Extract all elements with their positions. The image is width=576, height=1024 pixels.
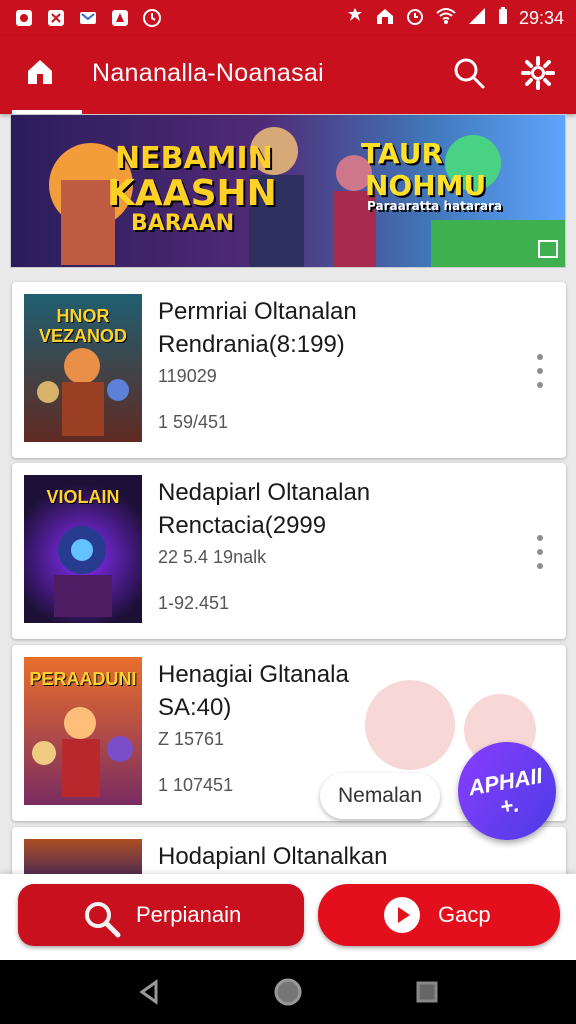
notification-icon (46, 8, 66, 28)
home-circle-icon[interactable] (272, 976, 304, 1008)
game-meta-primary: Z 15761 (158, 729, 225, 749)
settings-icon[interactable] (521, 56, 555, 90)
game-subtitle: Rendrania(8:199) (158, 331, 345, 358)
bottom-action-bar: Perpianain Gacp (0, 874, 576, 960)
game-title: Permriai Oltanalan (158, 298, 357, 325)
game-title: Hodapianl Oltanalkan (158, 843, 388, 870)
system-navigation-bar (0, 960, 576, 1024)
game-card-2[interactable]: VIOLAIN Nedapiarl Oltanalan Renctacia(29… (12, 463, 566, 639)
banner-left-subtitle: KAASHN (107, 173, 277, 214)
thumbnail-art (32, 707, 133, 797)
recents-icon[interactable] (411, 976, 443, 1008)
status-bar: 29:34 (0, 0, 576, 36)
banner-left-tag: BARAAN (131, 211, 235, 236)
back-icon[interactable] (134, 976, 166, 1008)
more-options-icon[interactable] (534, 354, 546, 388)
game-meta-primary: 119029 (158, 366, 217, 386)
more-options-icon[interactable] (534, 535, 546, 569)
search-icon[interactable] (452, 56, 486, 90)
game-thumbnail: HNOR VEZANOD (24, 294, 142, 442)
security-icon (110, 8, 130, 28)
status-time: 29:34 (518, 8, 564, 28)
game-meta-secondary: 1-92.451 (158, 593, 230, 613)
app-title: Nananalla-Noanasai (92, 59, 324, 87)
game-meta-secondary: 1 59/451 (158, 412, 229, 432)
game-thumbnail: PERAADUNI (24, 657, 142, 805)
search-action-button[interactable]: Perpianain (18, 884, 304, 946)
alarm-icon (345, 6, 365, 31)
game-title: Nedapiarl Oltanalan (158, 479, 371, 506)
thumbnail-art (37, 348, 129, 436)
mail-icon (78, 8, 98, 28)
banner-left-title: NEBAMIN (115, 141, 273, 176)
go-button[interactable]: Gacp (318, 884, 560, 946)
game-subtitle: SA:40) (158, 694, 232, 721)
wifi-icon (435, 6, 457, 31)
fab-label-chip[interactable]: Nemalan (320, 773, 440, 819)
home-alert-icon (375, 6, 395, 31)
banner-right-title: TAUR (361, 137, 444, 170)
game-meta-primary: 22 5.4 19nalk (158, 547, 267, 567)
clock-icon (142, 8, 162, 28)
search-action-label: Perpianain (136, 902, 242, 927)
notification-icon (14, 8, 34, 28)
timer-icon (405, 6, 425, 31)
game-card-1[interactable]: HNOR VEZANOD Permriai Oltanalan Rendrani… (12, 282, 566, 458)
banner-right-tag: Paraaratta hatarara (367, 199, 502, 213)
play-icon (384, 897, 420, 933)
game-meta-secondary: 1 107451 (158, 775, 234, 795)
search-magnifier-icon (82, 899, 122, 939)
thumbnail-art (54, 526, 112, 617)
app-bar: Nananalla-Noanasai (0, 36, 576, 114)
featured-banner[interactable]: NEBAMIN KAASHN BARAAN TAUR NOHMU Paraara… (10, 114, 566, 268)
home-icon[interactable] (22, 54, 58, 90)
game-thumbnail: VIOLAIN (24, 475, 142, 623)
banner-right-subtitle: NOHMU (365, 169, 487, 202)
status-right: 29:34 (345, 6, 564, 31)
status-left-icons (14, 8, 162, 28)
game-subtitle: Renctacia(2999 (158, 512, 327, 539)
signal-icon (467, 6, 487, 31)
go-button-label: Gacp (438, 902, 491, 927)
game-title: Henagiai Gltanala (158, 661, 349, 688)
battery-icon (497, 6, 509, 31)
